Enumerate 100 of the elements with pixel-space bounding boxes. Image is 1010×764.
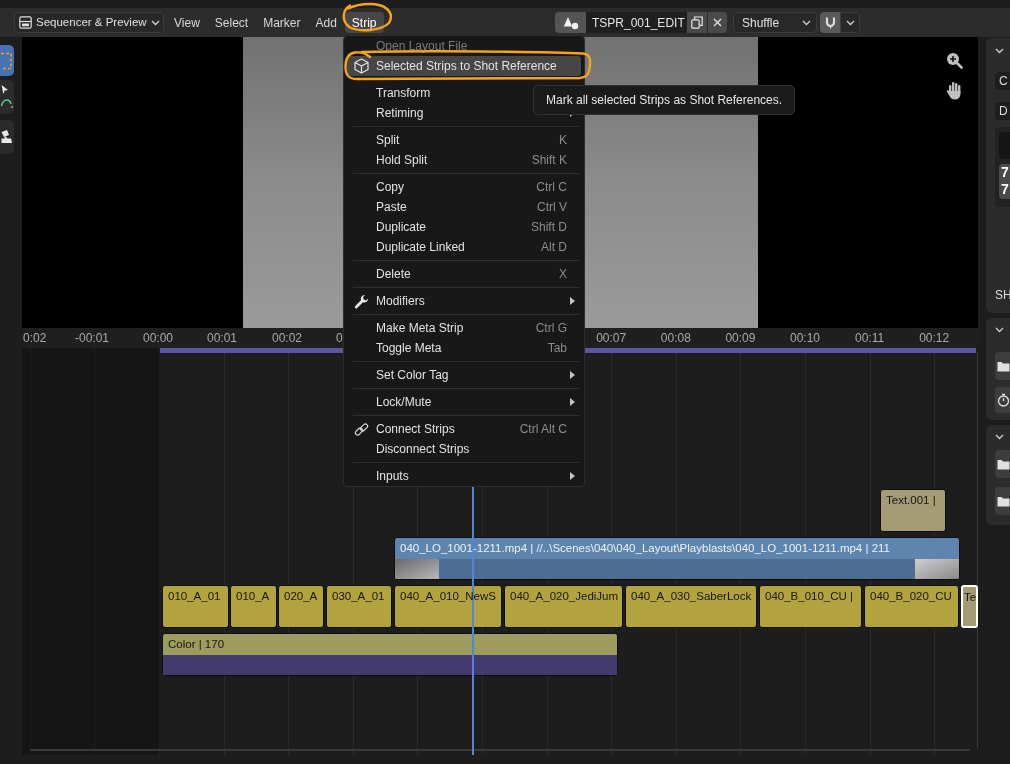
shortcut-hint: K (559, 132, 567, 149)
folder-icon (997, 458, 1010, 470)
color-strip[interactable]: Color | 170 (162, 633, 618, 676)
tooltip: Mark all selected Strips as Shot References. (533, 85, 796, 115)
chevron-down-icon (995, 48, 1004, 54)
menu-button[interactable]: View (167, 12, 207, 33)
strip-label: 040_A_030_SaberLock (630, 589, 752, 603)
strip-label: 020_A (283, 589, 318, 603)
menu-button[interactable]: Add (308, 12, 344, 33)
scene-name-field[interactable]: TSPR_001_EDIT (586, 12, 687, 33)
menu-item[interactable]: Make Meta Strip Ctrl G (347, 318, 581, 338)
folder-button[interactable] (995, 450, 1010, 478)
stopwatch-icon (997, 393, 1010, 407)
menu-item[interactable]: Paste Ctrl V (347, 197, 581, 217)
shortcut-hint: Ctrl V (537, 199, 567, 216)
scene-strip[interactable]: 040_B_020_CU (864, 585, 959, 628)
tool-button[interactable] (0, 120, 14, 154)
snap-toggle[interactable] (820, 12, 840, 33)
shortcut-hint: Shift K (531, 152, 567, 169)
thumbnail-placeholder (395, 559, 439, 579)
shortcut-hint: Ctrl C (536, 179, 567, 196)
close-icon (713, 18, 722, 27)
stopwatch-button[interactable] (995, 387, 1010, 413)
number-field[interactable]: 7 7 (999, 164, 1010, 199)
folder-button[interactable] (995, 352, 1010, 380)
scene-strip[interactable]: 040_A_020_JediJum (504, 585, 623, 628)
zoom-in-icon[interactable] (946, 52, 963, 69)
menu-item[interactable]: Modifiers (347, 291, 581, 311)
folder-button[interactable] (995, 487, 1010, 515)
sidebar-field[interactable]: D (995, 102, 1010, 120)
chevron-down-icon (995, 327, 1004, 333)
strip-label: Text.001 | (885, 493, 936, 507)
scene-strip[interactable]: 040_B_010_CU | (759, 585, 862, 628)
menu-item[interactable]: Inputs (347, 466, 581, 486)
ruler-label: 0 (336, 331, 343, 345)
shortcut-hint: Tab (547, 340, 567, 357)
strip-label: 040_A_020_JediJum (509, 589, 619, 603)
link-icon (354, 421, 369, 437)
strip-label: 040_B_010_CU | (764, 589, 854, 603)
tool-button[interactable] (0, 45, 14, 76)
ruler-label: 00:01 (207, 331, 238, 345)
text-strip[interactable]: Text.001 | (880, 489, 946, 532)
remove-scene-button[interactable] (707, 12, 727, 33)
ruler-label: 00:12 (919, 331, 950, 345)
menu-button[interactable]: Marker (256, 12, 308, 33)
text-strip[interactable]: Te (961, 585, 978, 628)
scene-dropdown[interactable] (555, 12, 586, 33)
movie-strip[interactable]: 040_LO_1001-1211.mp4 | //..\Scenes\040\040_Layout\Playblasts\040_LO_1001-1211.mp4 | 211 (394, 537, 960, 580)
menu-item[interactable]: Disconnect Strips (347, 439, 581, 459)
menu-item[interactable]: Toggle Meta Tab (347, 338, 581, 358)
menu-item[interactable]: Connect Strips Ctrl Alt C (347, 419, 581, 439)
ruler-label: 00:09 (725, 331, 756, 345)
shortcut-hint: Alt D (541, 239, 567, 256)
cube-icon (354, 58, 369, 74)
ruler-label: -00:01 (75, 331, 110, 345)
select-box-icon (1, 51, 13, 70)
snap-options-dropdown[interactable] (840, 12, 860, 33)
strip-label: 010_A_01 (167, 589, 221, 603)
menu-item[interactable]: Lock/Mute (347, 392, 581, 412)
strip-label: 040_LO_1001-1211.mp4 | //..\Scenes\040\040_Layout\Playblasts\040_LO_1001-1211.mp4 | 211 (399, 541, 890, 555)
ruler-label: 0:02 (23, 331, 47, 345)
menu-item[interactable]: Duplicate Shift D (347, 217, 581, 237)
ruler-label: 00:02 (272, 331, 303, 345)
scene-strip[interactable]: 030_A_01 (326, 585, 392, 628)
hand-icon[interactable] (946, 81, 962, 100)
scene-strip[interactable]: 010_A_01 (162, 585, 229, 628)
thumbnail-placeholder (915, 559, 959, 579)
magnet-icon (823, 16, 837, 29)
menu-item[interactable]: Copy Ctrl C (347, 177, 581, 197)
menu-item[interactable]: Delete X (347, 264, 581, 284)
number-label: 7 (1001, 181, 1010, 198)
chevron-down-icon (802, 19, 811, 26)
shortcut-hint: X (559, 266, 567, 283)
panel-label: SH (995, 287, 1010, 304)
tool-button[interactable] (0, 80, 14, 114)
ruler-label: 00:10 (790, 331, 820, 345)
ruler-label: 00:08 (660, 331, 691, 345)
menu-item[interactable]: Duplicate Linked Alt D (347, 237, 581, 257)
menu-item[interactable]: Set Color Tag (347, 365, 581, 385)
menu-item[interactable]: Hold Split Shift K (347, 150, 581, 170)
strip-label: 030_A_01 (331, 589, 385, 603)
split-window-icon (19, 16, 32, 29)
menu-button[interactable]: Select (207, 12, 256, 33)
sidebar-field[interactable]: C (995, 72, 1010, 90)
duplicate-scene-button[interactable] (687, 12, 707, 33)
strip-label: Te (963, 590, 976, 604)
menu-item[interactable]: Split K (347, 130, 581, 150)
overlap-mode-dropdown[interactable]: Shuffle (733, 12, 817, 33)
folder-icon (997, 495, 1010, 507)
cone-sphere-icon (562, 15, 579, 30)
scene-strip[interactable]: 010_A (230, 585, 277, 628)
shortcut-hint: Ctrl G (535, 320, 567, 337)
menu-item[interactable]: Selected Strips to Shot Reference (347, 56, 581, 76)
chevron-down-icon (845, 19, 855, 26)
scene-strip[interactable]: 040_A_030_SaberLock (625, 585, 757, 628)
chevron-down-icon (995, 434, 1004, 440)
editor-type-dropdown[interactable]: Sequencer & Preview (14, 12, 164, 33)
ruler-label: 00:07 (596, 331, 627, 345)
scene-strip[interactable]: 020_A (278, 585, 324, 628)
shortcut-hint: Shift D (531, 219, 567, 236)
